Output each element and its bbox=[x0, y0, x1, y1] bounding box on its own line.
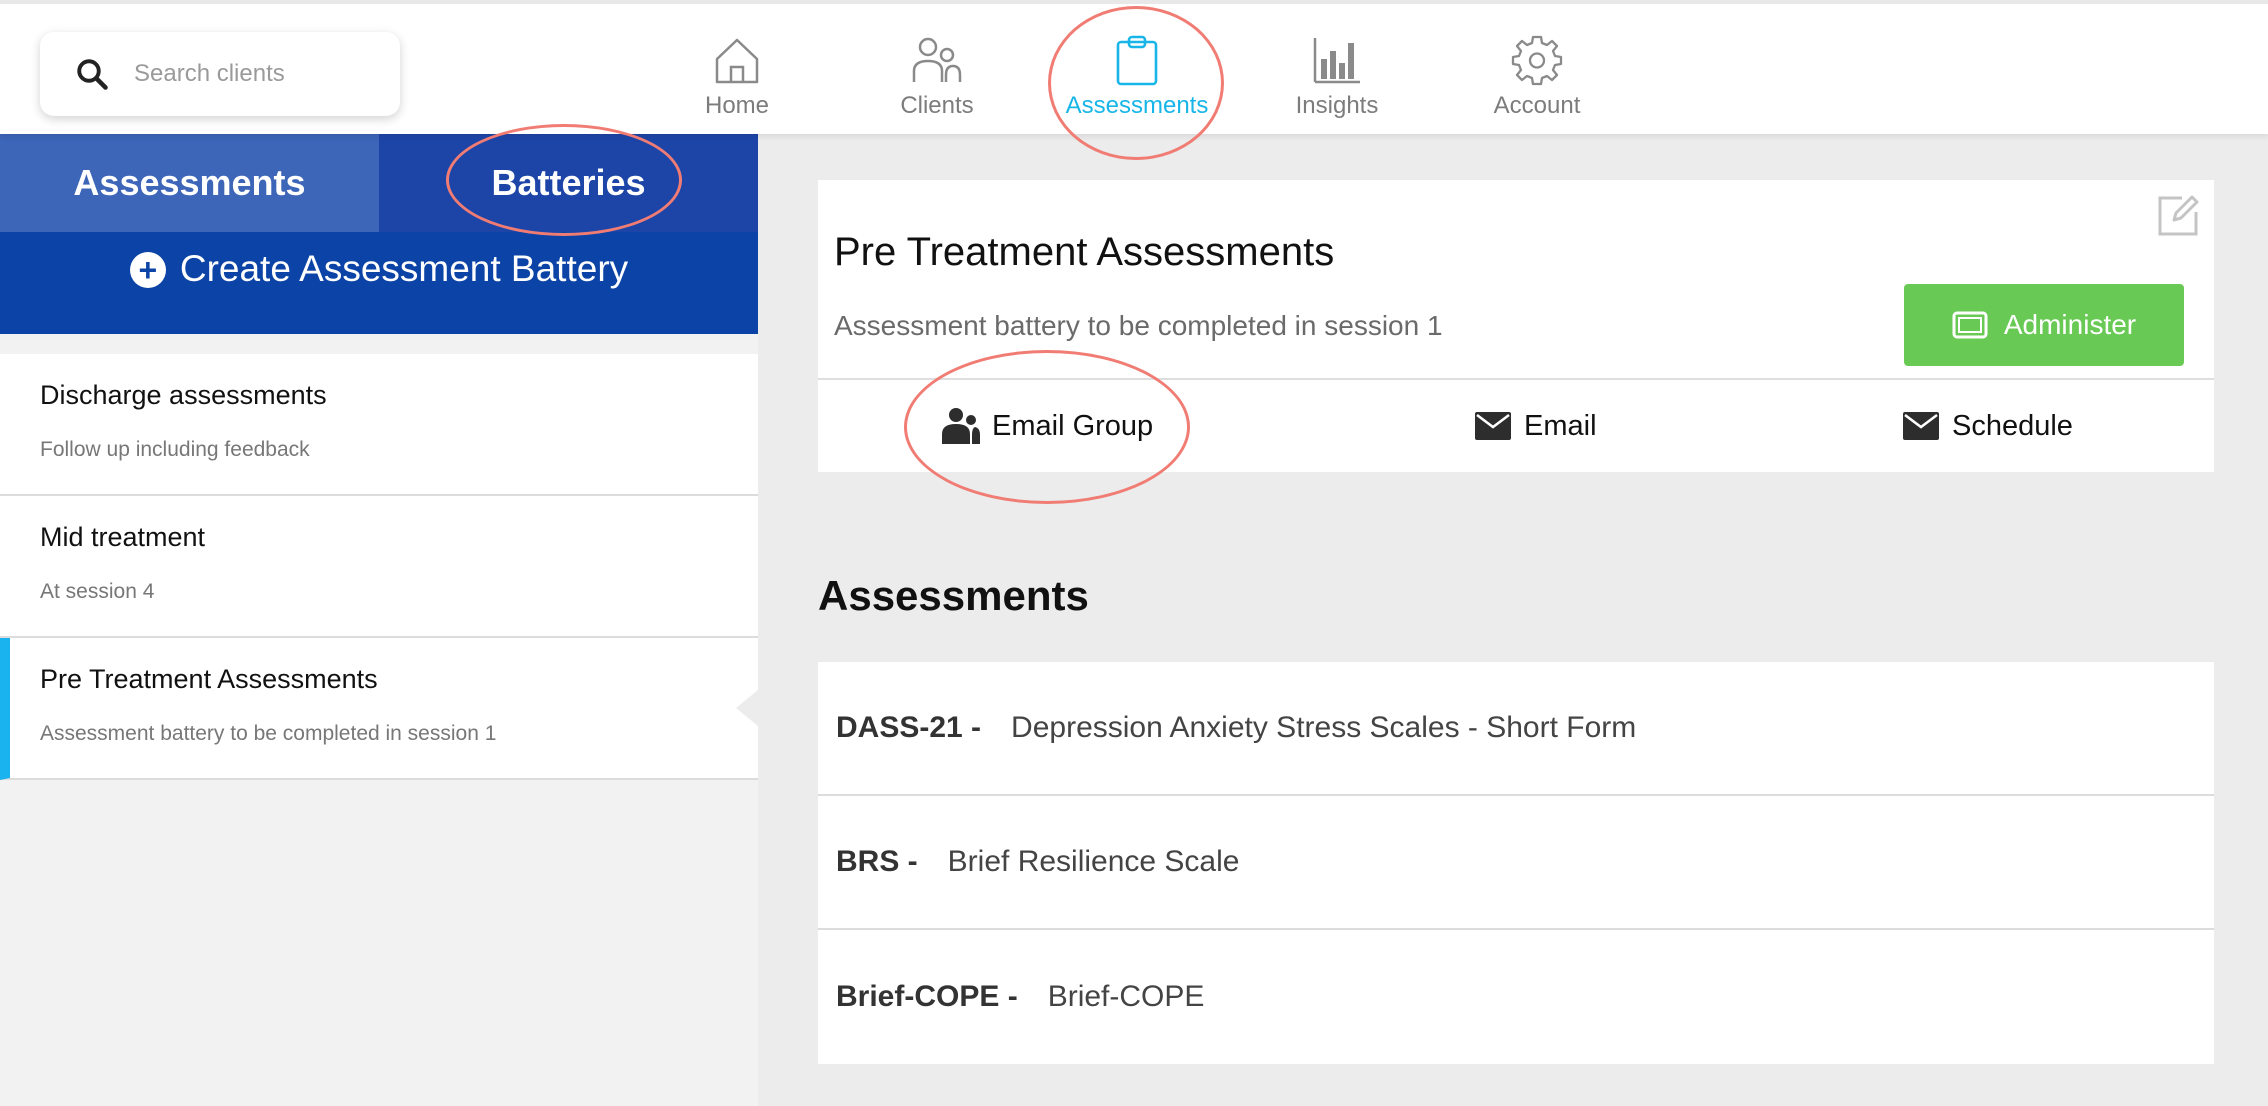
administer-button[interactable]: Administer bbox=[1904, 284, 2184, 366]
clipboard-icon bbox=[1116, 35, 1158, 86]
battery-subtitle: At session 4 bbox=[40, 580, 155, 603]
assessment-row[interactable]: DASS-21 - Depression Anxiety Stress Scal… bbox=[818, 662, 2214, 796]
create-assessment-battery-button[interactable]: + Create Assessment Battery bbox=[0, 232, 758, 334]
bar-chart-icon bbox=[1313, 38, 1360, 84]
search-box[interactable] bbox=[40, 32, 400, 116]
mail-icon bbox=[1903, 412, 1939, 440]
assessment-name: Brief Resilience Scale bbox=[947, 845, 1240, 878]
battery-title: Mid treatment bbox=[40, 522, 206, 552]
tab-batteries[interactable]: Batteries bbox=[379, 134, 758, 232]
assessment-code: BRS - bbox=[836, 845, 918, 878]
nav-home-label: Home bbox=[704, 92, 770, 119]
email-button[interactable]: Email bbox=[1474, 380, 1597, 472]
nav-clients-label: Clients bbox=[900, 92, 974, 119]
battery-detail-card: Pre Treatment Assessments Assessment bat… bbox=[818, 180, 2214, 472]
administer-label: Administer bbox=[2003, 309, 2137, 340]
top-bar: Home Clients Assessments bbox=[0, 0, 2268, 134]
battery-subtitle: Follow up including feedback bbox=[40, 438, 310, 461]
left-tabs: Assessments Batteries bbox=[0, 134, 758, 232]
battery-title: Discharge assessments bbox=[40, 380, 327, 410]
assessment-list: DASS-21 - Depression Anxiety Stress Scal… bbox=[818, 662, 2214, 1064]
email-group-button[interactable]: Email Group bbox=[942, 380, 1153, 472]
assessment-name: Brief-COPE bbox=[1047, 980, 1205, 1013]
tab-assessments[interactable]: Assessments bbox=[0, 134, 379, 232]
gear-icon bbox=[1511, 35, 1563, 86]
nav-insights[interactable]: Insights bbox=[1252, 4, 1422, 138]
assessments-heading: Assessments bbox=[818, 572, 1089, 619]
search-icon bbox=[77, 59, 108, 90]
clients-icon bbox=[912, 37, 962, 82]
battery-title: Pre Treatment Assessments bbox=[40, 664, 378, 694]
schedule-label: Schedule bbox=[1952, 409, 2073, 442]
selection-notch bbox=[736, 690, 758, 726]
home-icon bbox=[715, 38, 759, 84]
plus-circle-icon: + bbox=[129, 252, 166, 288]
battery-item-mid-treatment[interactable]: Mid treatment At session 4 bbox=[0, 496, 758, 638]
group-icon bbox=[942, 408, 980, 444]
nav-account[interactable]: Account bbox=[1452, 4, 1622, 138]
nav-assessments[interactable]: Assessments bbox=[1052, 4, 1222, 138]
nav-clients[interactable]: Clients bbox=[852, 4, 1022, 138]
battery-subtitle: Assessment battery to be completed in se… bbox=[40, 722, 497, 745]
search-input[interactable] bbox=[132, 59, 382, 89]
nav-insights-label: Insights bbox=[1295, 92, 1379, 119]
assessment-row[interactable]: BRS - Brief Resilience Scale bbox=[818, 796, 2214, 930]
nav-home[interactable]: Home bbox=[652, 4, 822, 138]
email-label: Email bbox=[1524, 409, 1597, 442]
assessment-row[interactable]: Brief-COPE - Brief-COPE bbox=[818, 930, 2214, 1064]
assessment-code: DASS-21 - bbox=[836, 711, 982, 744]
nav-assessments-label: Assessments bbox=[1065, 92, 1209, 119]
schedule-button[interactable]: Schedule bbox=[1902, 380, 2073, 472]
create-button-label: Create Assessment Battery bbox=[179, 248, 629, 289]
battery-item-pre-treatment[interactable]: Pre Treatment Assessments Assessment bat… bbox=[0, 638, 758, 780]
tablet-icon bbox=[1952, 311, 1988, 339]
battery-detail-title: Pre Treatment Assessments bbox=[834, 230, 1335, 274]
edit-icon[interactable] bbox=[2156, 194, 2200, 238]
assessment-name: Depression Anxiety Stress Scales - Short… bbox=[1011, 711, 1637, 744]
battery-list: Discharge assessments Follow up includin… bbox=[0, 354, 758, 780]
assessment-code: Brief-COPE - bbox=[836, 980, 1018, 1013]
battery-item-discharge[interactable]: Discharge assessments Follow up includin… bbox=[0, 354, 758, 496]
nav-account-label: Account bbox=[1493, 92, 1581, 119]
mail-icon bbox=[1475, 412, 1511, 440]
email-group-label: Email Group bbox=[992, 409, 1154, 442]
battery-detail-description: Assessment battery to be completed in se… bbox=[834, 310, 1443, 341]
